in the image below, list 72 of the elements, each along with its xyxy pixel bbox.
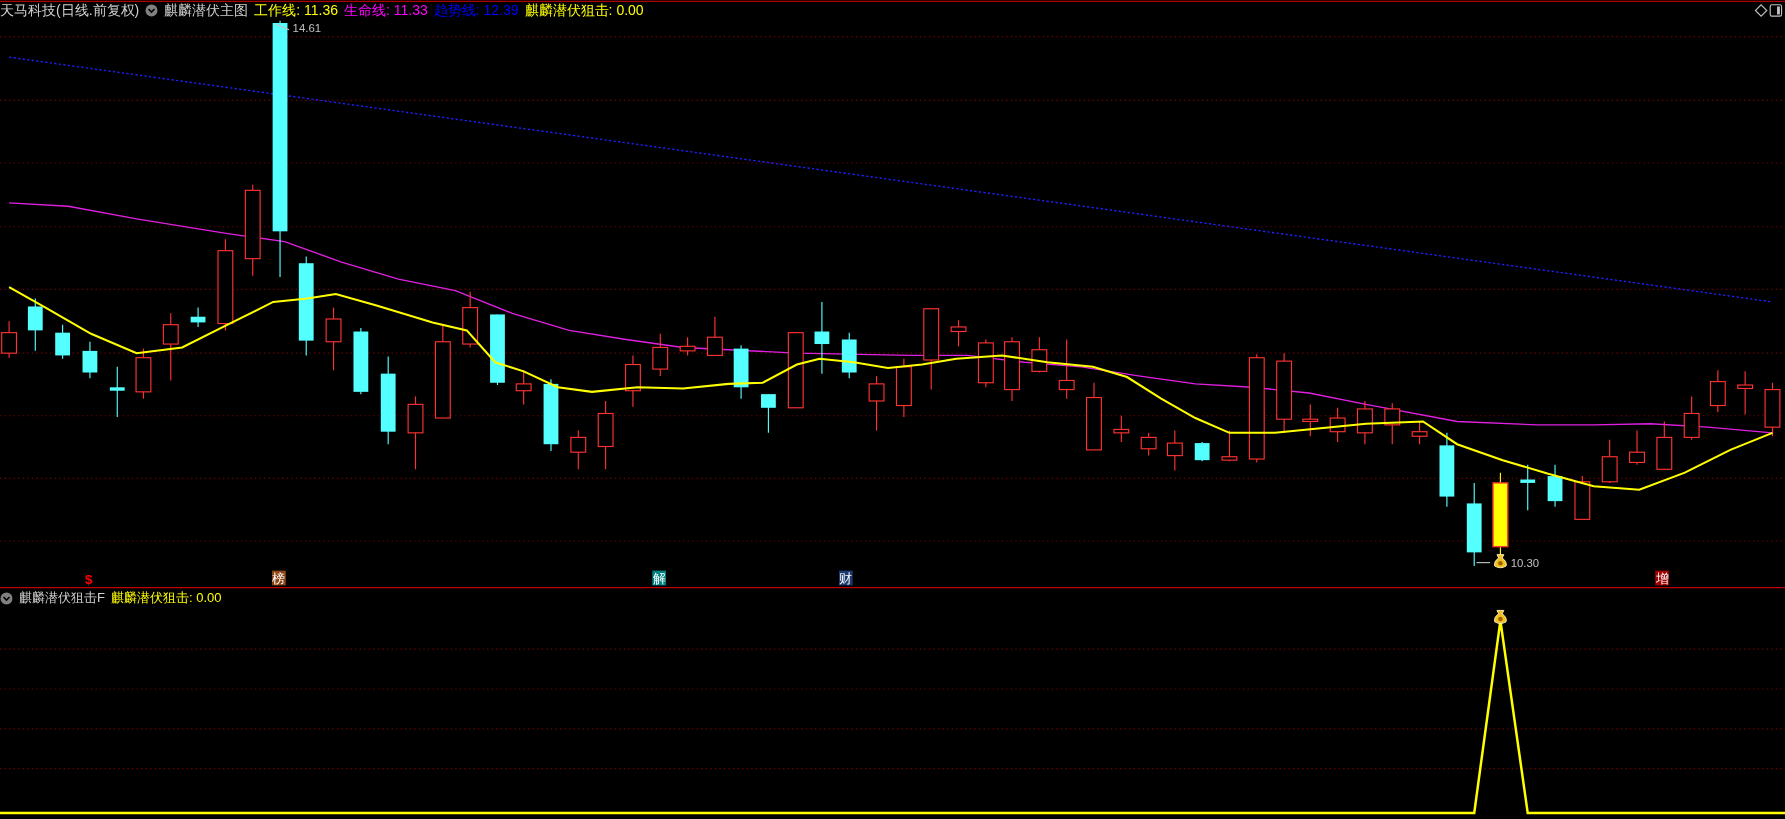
candlestick: [162, 312, 179, 382]
candlestick: [1574, 475, 1591, 520]
candlestick: [1086, 382, 1102, 451]
candlestick: [706, 316, 723, 356]
candlestick: [325, 307, 342, 371]
candlestick: [82, 341, 98, 379]
diamond-icon[interactable]: [1754, 4, 1768, 17]
leader-line: [1475, 562, 1491, 564]
candlestick: [1737, 370, 1754, 416]
money-bag-icon: [1494, 554, 1507, 569]
candlestick: [462, 291, 479, 349]
candlestick: [1411, 420, 1428, 445]
signal-badge: 解: [652, 570, 666, 587]
candlestick: [190, 307, 206, 328]
candlestick: [868, 375, 885, 432]
candlestick: [1004, 336, 1020, 402]
stock-title: 天马科技(日线.前复权): [0, 0, 140, 20]
indicator-name: 麒麟潜伏狙击F: [19, 589, 105, 608]
indicator-value: 工作线: 11.36: [254, 0, 338, 20]
leader-line: [274, 23, 290, 31]
candlestick: [1709, 369, 1726, 413]
low-price-label: 10.30: [1510, 557, 1540, 570]
high-price-label: 14.61: [292, 22, 322, 35]
candlestick: [841, 332, 857, 379]
candlestick: [895, 358, 912, 418]
candlestick: [1764, 382, 1781, 437]
candlestick: [1683, 395, 1700, 441]
candlestick: [1656, 420, 1673, 470]
candlestick: [1356, 400, 1373, 445]
candlestick: [1140, 432, 1157, 457]
signal-symbol: $: [85, 572, 93, 588]
signal-badge: 榜: [272, 570, 286, 587]
candlestick: [570, 430, 587, 470]
candlestick: [1520, 464, 1536, 511]
candlestick: [1547, 464, 1563, 508]
dropdown-icon[interactable]: [0, 591, 13, 605]
candlestick: [977, 338, 994, 388]
candlestick: [135, 348, 152, 400]
candlestick: [1384, 402, 1401, 445]
candlestick: [1031, 336, 1048, 374]
candlestick: [1, 320, 18, 359]
candlestick: [1629, 430, 1645, 466]
candlestick: [27, 297, 43, 352]
candlestick: [679, 336, 696, 356]
candlestick: [1194, 441, 1210, 462]
indicator-name: 麒麟潜伏主图: [164, 0, 249, 20]
candlestick: [761, 393, 776, 434]
dropdown-icon[interactable]: [145, 3, 159, 17]
candlestick: [109, 366, 125, 418]
candlestick: [652, 333, 669, 377]
signal-badge: 增: [1655, 570, 1669, 587]
candlestick: [55, 324, 70, 360]
candlestick: [597, 400, 614, 470]
candlestick: [624, 354, 641, 408]
candlestick: [1221, 430, 1238, 462]
candlestick: [1166, 430, 1183, 471]
candlestick: [733, 344, 749, 400]
candlestick: [1329, 407, 1346, 443]
candlestick: [950, 319, 967, 347]
candlestick: [1601, 439, 1618, 484]
indicator-value: 生命线: 11.33: [344, 0, 428, 20]
indicator-value: 麒麟潜伏狙击: 0.00: [110, 589, 222, 608]
indicator-value: 麒麟潜伏狙击: 0.00: [524, 0, 644, 20]
candlestick: [1058, 338, 1075, 400]
candlestick: [353, 327, 369, 395]
panel-toggle-icon[interactable]: [1769, 4, 1783, 17]
signal-badge: 财: [839, 570, 853, 587]
candlestick: [1113, 415, 1130, 443]
candlestick: [515, 369, 532, 405]
money-bag-icon: [1494, 609, 1507, 624]
candlestick: [1302, 403, 1319, 437]
indicator-value: 趋势线: 12.39: [433, 0, 519, 20]
